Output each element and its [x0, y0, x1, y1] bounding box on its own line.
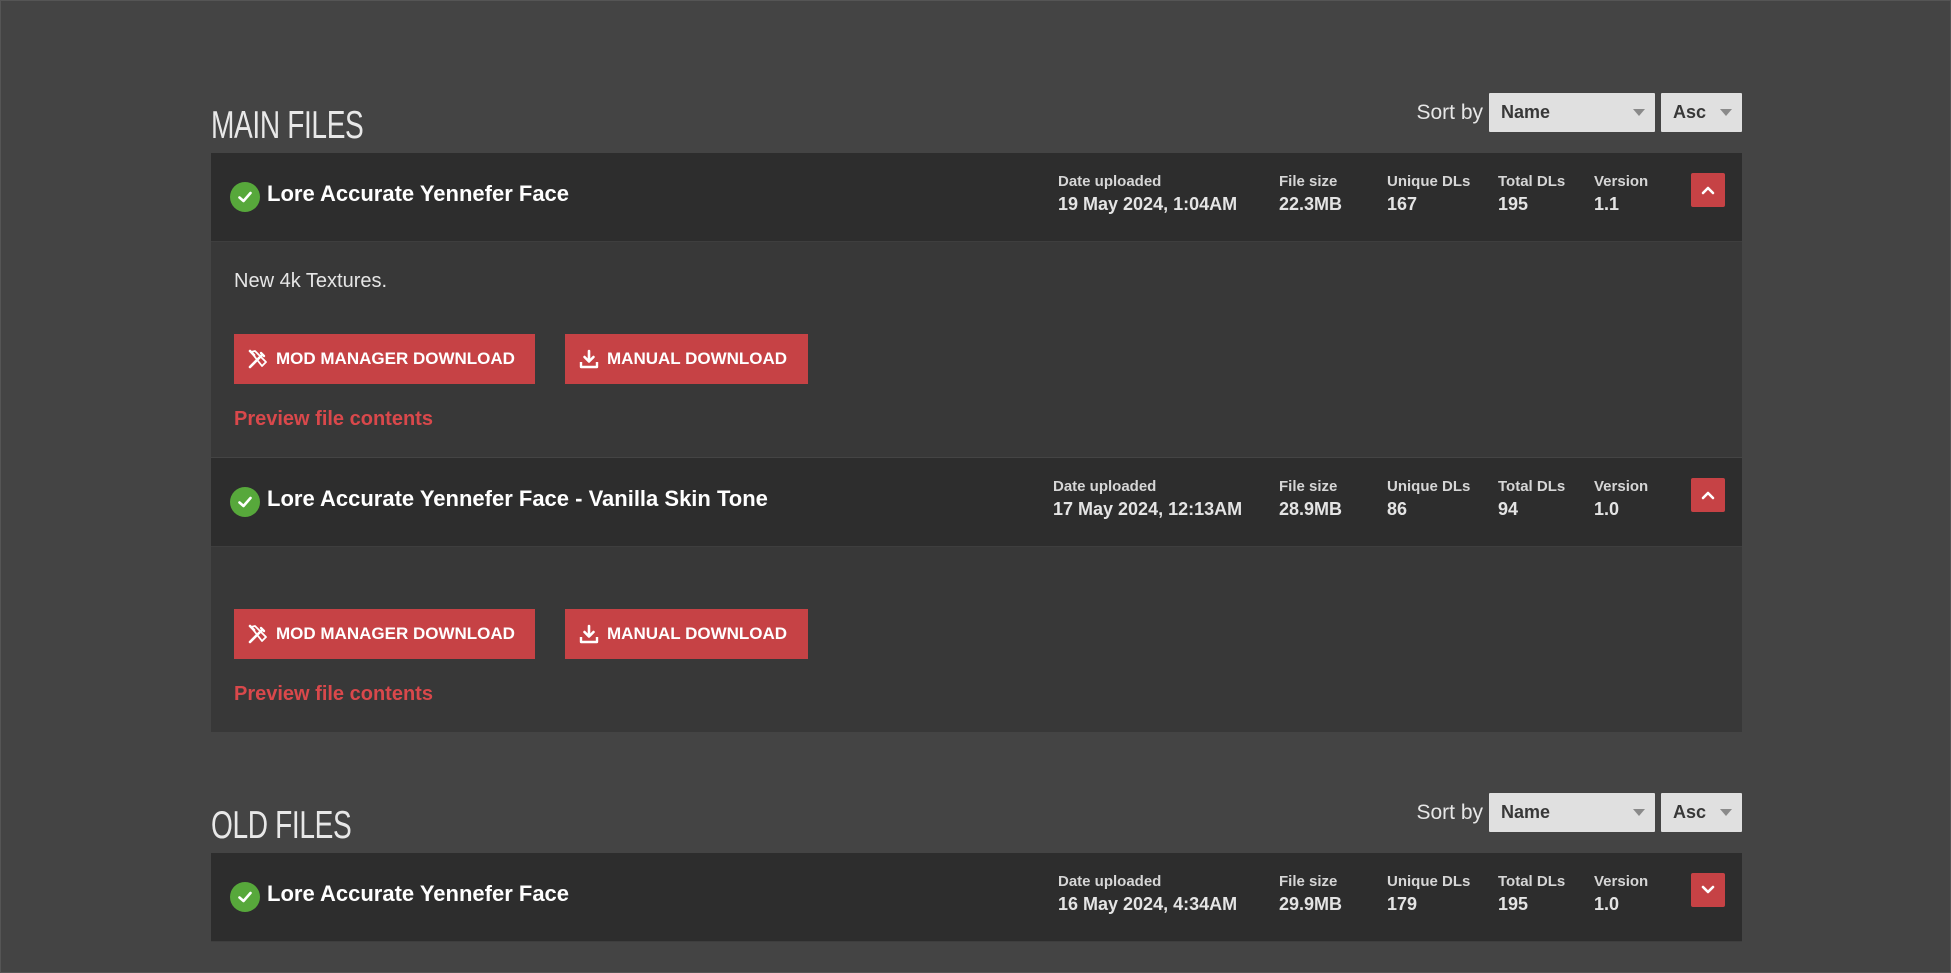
sort-order-value: Asc — [1673, 802, 1707, 822]
stat-unique: Unique DLs 167 — [1387, 173, 1470, 215]
file-title[interactable]: Lore Accurate Yennefer Face - Vanilla Sk… — [267, 486, 768, 512]
chevron-up-icon — [1701, 186, 1715, 195]
stat-label: Version — [1594, 173, 1649, 190]
main-files-header: MAIN FILES Sort by Name Asc — [211, 93, 1742, 145]
sort-field-select[interactable]: Name — [1489, 93, 1655, 132]
expand-button[interactable] — [1691, 873, 1725, 907]
file-details: MOD MANAGER DOWNLOAD MANUAL DOWNLOAD Pre… — [211, 547, 1742, 732]
stat-value: 29.9MB — [1279, 894, 1343, 914]
stat-size: File size 28.9MB — [1279, 478, 1342, 520]
file-row-header[interactable]: Lore Accurate Yennefer Face - Vanilla Sk… — [211, 458, 1742, 547]
stat-value: 19 May 2024, 1:04AM — [1058, 194, 1238, 214]
sort-order-select[interactable]: Asc — [1661, 793, 1742, 832]
stat-label: Total DLs — [1498, 873, 1566, 890]
tools-icon — [248, 349, 267, 369]
button-label: MOD MANAGER DOWNLOAD — [276, 349, 515, 368]
check-icon — [230, 882, 260, 912]
stat-label: Unique DLs — [1387, 873, 1471, 890]
main-files-title: MAIN FILES — [211, 104, 364, 147]
stat-label: File size — [1279, 173, 1338, 190]
stat-total: Total DLs 195 — [1498, 173, 1565, 215]
stat-date: Date uploaded 16 May 2024, 4:34AM — [1058, 873, 1237, 915]
stat-value: 179 — [1387, 894, 1418, 914]
stat-value: 86 — [1387, 499, 1408, 519]
stat-date: Date uploaded 19 May 2024, 1:04AM — [1058, 173, 1237, 215]
check-icon — [230, 182, 260, 212]
manual-download-button[interactable]: MANUAL DOWNLOAD — [565, 609, 808, 659]
sort-label: Sort by — [1416, 100, 1483, 124]
stat-label: Date uploaded — [1058, 873, 1162, 890]
download-icon — [579, 349, 599, 369]
stat-value: 28.9MB — [1279, 499, 1343, 519]
preview-file-contents-link[interactable]: Preview file contents — [234, 683, 433, 706]
stat-label: File size — [1279, 873, 1338, 890]
sort-field-value: Name — [1501, 802, 1551, 822]
tools-icon — [248, 624, 267, 644]
sort-order-select[interactable]: Asc — [1661, 93, 1742, 132]
sort-label: Sort by — [1416, 800, 1483, 824]
stat-date: Date uploaded 17 May 2024, 12:13AM — [1053, 478, 1242, 520]
chevron-up-icon — [1701, 491, 1715, 500]
stat-value: 167 — [1387, 194, 1418, 214]
stat-unique: Unique DLs 86 — [1387, 478, 1470, 520]
stat-value: 1.0 — [1594, 894, 1620, 914]
stat-version: Version 1.1 — [1594, 173, 1648, 215]
stat-label: Date uploaded — [1058, 173, 1162, 190]
file-title[interactable]: Lore Accurate Yennefer Face — [267, 881, 569, 907]
mod-manager-download-button[interactable]: MOD MANAGER DOWNLOAD — [234, 609, 535, 659]
stat-value: 1.0 — [1594, 499, 1620, 519]
old-files-sort: Sort by Name Asc — [1416, 793, 1742, 832]
chevron-down-icon — [1701, 885, 1715, 894]
main-files-sort: Sort by Name Asc — [1416, 93, 1742, 132]
caret-down-icon — [1720, 809, 1732, 816]
caret-down-icon — [1633, 109, 1645, 116]
stat-label: Total DLs — [1498, 173, 1566, 190]
button-label: MANUAL DOWNLOAD — [607, 349, 788, 368]
check-icon — [230, 487, 260, 517]
button-label: MANUAL DOWNLOAD — [607, 624, 788, 643]
mod-manager-download-button[interactable]: MOD MANAGER DOWNLOAD — [234, 334, 535, 384]
stat-size: File size 29.9MB — [1279, 873, 1342, 915]
stat-label: Version — [1594, 478, 1649, 495]
sort-field-select[interactable]: Name — [1489, 793, 1655, 832]
page: MAIN FILES Sort by Name Asc Lore Accurat… — [0, 0, 1951, 973]
file-details: New 4k Textures. MOD MANAGER DOWNLOAD MA… — [211, 242, 1742, 457]
stat-value: 17 May 2024, 12:13AM — [1053, 499, 1243, 519]
caret-down-icon — [1720, 109, 1732, 116]
stat-label: Total DLs — [1498, 478, 1566, 495]
stat-version: Version 1.0 — [1594, 478, 1648, 520]
file-description: New 4k Textures. — [234, 270, 388, 292]
stat-label: Version — [1594, 873, 1649, 890]
sort-order-value: Asc — [1673, 102, 1707, 122]
stat-value: 22.3MB — [1279, 194, 1343, 214]
stat-unique: Unique DLs 179 — [1387, 873, 1470, 915]
sort-field-value: Name — [1501, 102, 1551, 122]
file-title[interactable]: Lore Accurate Yennefer Face — [267, 181, 569, 207]
stat-value: 195 — [1498, 194, 1529, 214]
file-row-header[interactable]: Lore Accurate Yennefer Face Date uploade… — [211, 153, 1742, 242]
stat-size: File size 22.3MB — [1279, 173, 1342, 215]
stat-label: Date uploaded — [1053, 478, 1157, 495]
stat-total: Total DLs 195 — [1498, 873, 1565, 915]
stat-label: Unique DLs — [1387, 173, 1471, 190]
button-label: MOD MANAGER DOWNLOAD — [276, 624, 515, 643]
stat-value: 195 — [1498, 894, 1529, 914]
stat-value: 16 May 2024, 4:34AM — [1058, 894, 1238, 914]
stat-value: 94 — [1498, 499, 1519, 519]
stat-total: Total DLs 94 — [1498, 478, 1565, 520]
collapse-button[interactable] — [1691, 478, 1725, 512]
stat-value: 1.1 — [1594, 194, 1620, 214]
preview-file-contents-link[interactable]: Preview file contents — [234, 408, 433, 431]
old-files-title: OLD FILES — [211, 804, 352, 847]
old-files-header: OLD FILES Sort by Name Asc — [211, 793, 1742, 845]
manual-download-button[interactable]: MANUAL DOWNLOAD — [565, 334, 808, 384]
file-row-header[interactable]: Lore Accurate Yennefer Face Date uploade… — [211, 853, 1742, 942]
stat-version: Version 1.0 — [1594, 873, 1648, 915]
caret-down-icon — [1633, 809, 1645, 816]
collapse-button[interactable] — [1691, 173, 1725, 207]
stat-label: Unique DLs — [1387, 478, 1471, 495]
stat-label: File size — [1279, 478, 1338, 495]
download-icon — [579, 624, 599, 644]
